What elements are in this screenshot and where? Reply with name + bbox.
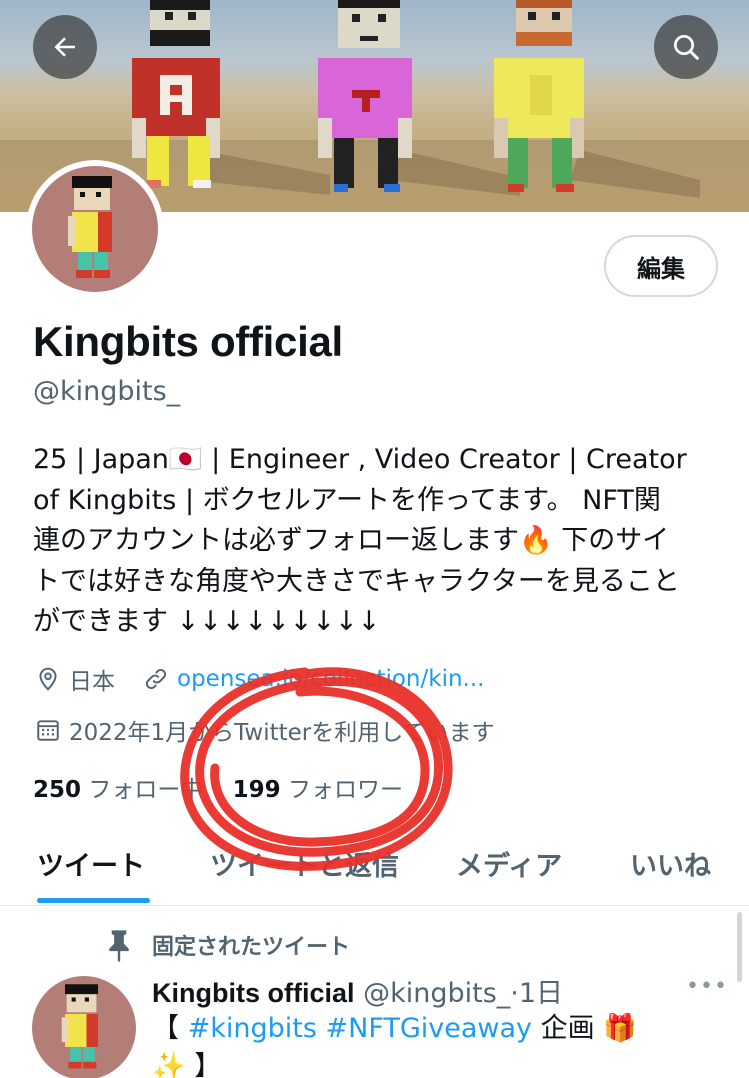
tweet-separator: · bbox=[510, 978, 519, 1009]
pinned-tweet-label: 固定されたツイート bbox=[152, 935, 351, 960]
profile-display-name: Kingbits official bbox=[33, 318, 343, 365]
hashtag-link[interactable]: #kingbits bbox=[188, 1013, 317, 1044]
tweet-author-avatar[interactable] bbox=[32, 976, 136, 1078]
hashtag-link[interactable]: #NFTGiveaway bbox=[326, 1013, 533, 1044]
followers-link[interactable]: 199 フォロワー bbox=[233, 777, 403, 803]
profile-location: 日本 bbox=[69, 669, 115, 695]
profile-website-link[interactable]: opensea.io/collection/kin... bbox=[177, 666, 484, 692]
tweet-time[interactable]: 1日 bbox=[519, 978, 563, 1009]
profile-avatar[interactable] bbox=[26, 160, 164, 298]
tab-tweets-and-replies[interactable]: ツイートと返信 bbox=[210, 844, 399, 883]
location-pin-icon bbox=[33, 664, 63, 694]
calendar-icon bbox=[33, 715, 63, 745]
bio-line: ができます ↓↓↓↓↓↓↓↓↓ bbox=[33, 606, 381, 637]
pinned-tweet-label-row: 固定されたツイート bbox=[104, 928, 350, 962]
back-button[interactable] bbox=[33, 15, 97, 79]
tweet-more-icon[interactable]: ••• bbox=[686, 974, 728, 999]
tab-likes[interactable]: いいね bbox=[630, 844, 711, 883]
bio-line: トでは好きな角度や大きさでキャラクターを見ること bbox=[33, 565, 680, 597]
following-label: フォロー中 bbox=[88, 777, 204, 803]
search-button[interactable] bbox=[654, 15, 718, 79]
tab-media[interactable]: メディア bbox=[456, 844, 562, 883]
voxel-avatar-image bbox=[68, 176, 112, 278]
tweet-text-after: 企画 🎁 bbox=[532, 1013, 637, 1044]
tweet-author-name[interactable]: Kingbits official bbox=[152, 978, 355, 1008]
followers-count: 199 bbox=[232, 777, 281, 803]
link-icon bbox=[141, 664, 171, 694]
bio-line: 連のアカウントは必ずフォロー返します🔥 下のサイ bbox=[33, 525, 670, 556]
profile-follow-stats: 250 フォロー中 199 フォロワー bbox=[33, 770, 403, 804]
tweet-author-handle: @kingbits_ bbox=[363, 978, 511, 1009]
following-link[interactable]: 250 フォロー中 bbox=[33, 777, 203, 803]
following-count: 250 bbox=[33, 777, 82, 803]
profile-tabs: ツイート ツイートと返信 メディア いいね bbox=[0, 830, 749, 906]
search-icon bbox=[674, 35, 699, 60]
tweet-text-open: 【 bbox=[152, 1013, 188, 1044]
tab-tweets[interactable]: ツイート bbox=[37, 844, 145, 883]
edit-profile-button[interactable]: 編集 bbox=[604, 235, 718, 297]
profile-joined-date: 2022年1月からTwitterを利用しています bbox=[69, 720, 495, 746]
profile-bio: 25 | Japan🇯🇵 | Engineer , Video Creator … bbox=[33, 440, 723, 643]
profile-meta-location-url: 日本 opensea.io/collection/kin... bbox=[33, 662, 484, 696]
scrollbar[interactable] bbox=[737, 912, 742, 982]
voxel-avatar-image bbox=[61, 984, 99, 1069]
bio-line: of Kingbits | ボクセルアートを作ってます。 NFT関 bbox=[33, 484, 661, 516]
pin-icon bbox=[109, 930, 129, 962]
profile-meta-joined: 2022年1月からTwitterを利用しています bbox=[33, 713, 495, 747]
active-tab-indicator bbox=[37, 898, 150, 903]
bio-line: 25 | Japan🇯🇵 | Engineer , Video Creator … bbox=[33, 444, 687, 475]
tweet-header: Kingbits official @kingbits_·1日 bbox=[152, 971, 563, 1010]
followers-label: フォロワー bbox=[287, 777, 403, 803]
profile-handle: @kingbits_ bbox=[33, 376, 181, 407]
arrow-left-icon bbox=[54, 37, 75, 57]
tweet-text: 【 #kingbits #NFTGiveaway 企画 🎁 ✨ 】 bbox=[152, 1010, 692, 1078]
tweet-text-line2: ✨ 】 bbox=[152, 1051, 222, 1078]
